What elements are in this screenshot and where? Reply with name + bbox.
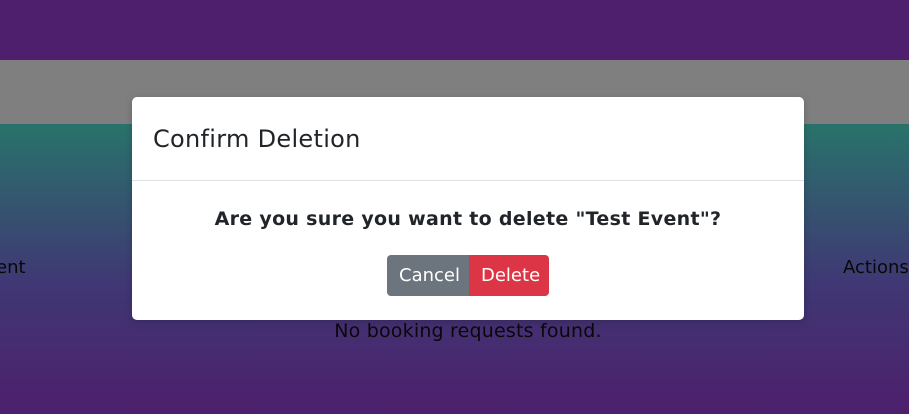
page: Event Actions No booking requests found.…	[0, 0, 909, 414]
dialog-button-group: Cancel Delete	[132, 255, 804, 296]
confirm-message: Are you sure you want to delete "Test Ev…	[214, 208, 722, 230]
confirm-delete-dialog: Confirm Deletion Are you sure you want t…	[132, 97, 804, 320]
dialog-header: Confirm Deletion	[132, 97, 804, 181]
dialog-body: Are you sure you want to delete "Test Ev…	[132, 181, 804, 296]
cancel-button[interactable]: Cancel	[387, 255, 469, 296]
dialog-title: Confirm Deletion	[153, 124, 361, 153]
delete-button[interactable]: Delete	[469, 255, 549, 296]
